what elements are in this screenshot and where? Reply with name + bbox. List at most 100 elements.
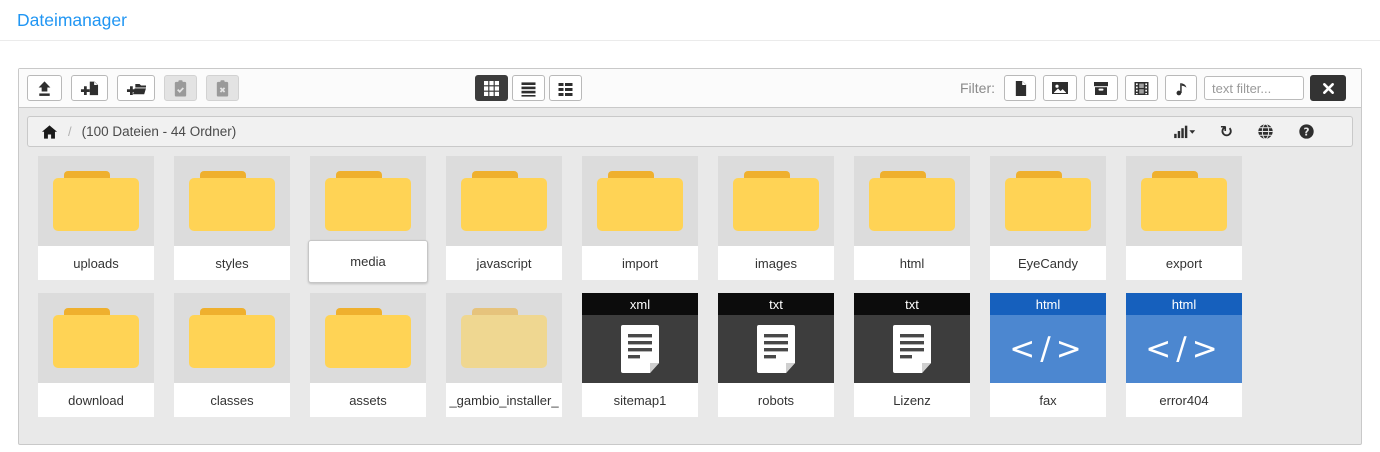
folder-tile-images[interactable]: images <box>718 156 834 280</box>
folder-tile-uploads[interactable]: uploads <box>38 156 154 280</box>
folder-tile-styles[interactable]: styles <box>174 156 290 280</box>
tile-label: EyeCandy <box>990 246 1106 280</box>
tile-label: uploads <box>38 246 154 280</box>
folder-icon <box>1141 171 1227 231</box>
clear-clipboard-button <box>206 75 239 101</box>
new-folder-button[interactable] <box>117 75 155 101</box>
sort-bars-icon <box>1173 124 1196 139</box>
filter-label: Filter: <box>960 80 995 96</box>
tile-label: javascript <box>446 246 562 280</box>
filter-archives-button[interactable] <box>1084 75 1118 101</box>
clipboard-x-icon <box>214 79 231 98</box>
help-icon: ? <box>1298 123 1315 140</box>
folder-tile-export[interactable]: export <box>1126 156 1242 280</box>
paste-clipboard-button <box>164 75 197 101</box>
folder-tile-classes[interactable]: classes <box>174 293 290 417</box>
folder-thumbnail <box>174 156 290 246</box>
file-ext-badge: html <box>1126 293 1242 315</box>
folder-thumbnail <box>718 156 834 246</box>
file-icon <box>1013 80 1028 97</box>
breadcrumb-actions: ↻? <box>1173 123 1339 140</box>
tile-label: download <box>38 383 154 417</box>
folder-tile-assets[interactable]: assets <box>310 293 426 417</box>
filter-clear-button[interactable] <box>1310 75 1346 101</box>
folder-tile-javascript[interactable]: javascript <box>446 156 562 280</box>
new-file-button[interactable] <box>71 75 108 101</box>
folder-tile-import[interactable]: import <box>582 156 698 280</box>
file-body <box>854 315 970 383</box>
file-tile-error404[interactable]: html </> error404 <box>1126 293 1242 417</box>
folder-thumbnail <box>310 156 426 246</box>
file-thumbnail: html </> <box>990 293 1106 383</box>
svg-text:?: ? <box>1303 126 1309 138</box>
tile-label: error404 <box>1126 383 1242 417</box>
details-view-button[interactable] <box>549 75 582 101</box>
folder-tile-html[interactable]: html <box>854 156 970 280</box>
folder-tile-media[interactable]: media <box>308 156 428 283</box>
folder-thumbnail <box>854 156 970 246</box>
tile-label: export <box>1126 246 1242 280</box>
folder-tile-_gambio_installer_[interactable]: _gambio_installer_ <box>446 293 562 417</box>
filter-images-button[interactable] <box>1043 75 1077 101</box>
breadcrumb-bar: / (100 Dateien - 44 Ordner) ↻? <box>27 116 1353 147</box>
folder-icon <box>461 171 547 231</box>
folder-icon <box>53 171 139 231</box>
home-icon <box>41 124 58 140</box>
content-area: / (100 Dateien - 44 Ordner) ↻? uploads st… <box>19 108 1361 444</box>
folder-thumbnail <box>582 156 698 246</box>
help-button[interactable]: ? <box>1298 123 1315 140</box>
language-button[interactable] <box>1257 123 1274 140</box>
folder-thumbnail <box>38 156 154 246</box>
file-tile-fax[interactable]: html </> fax <box>990 293 1106 417</box>
filter-videos-button[interactable] <box>1125 75 1158 101</box>
file-ext-badge: txt <box>854 293 970 315</box>
upload-button[interactable] <box>27 75 62 101</box>
file-tile-Lizenz[interactable]: txt Lizenz <box>854 293 970 417</box>
file-body: </> <box>1126 315 1242 383</box>
tile-label: classes <box>174 383 290 417</box>
folder-thumbnail <box>1126 156 1242 246</box>
file-ext-badge: xml <box>582 293 698 315</box>
file-thumbnail: txt <box>854 293 970 383</box>
folder-thumbnail <box>174 293 290 383</box>
filter-audio-button[interactable] <box>1165 75 1197 101</box>
folder-thumbnail <box>446 156 562 246</box>
rename-input[interactable] <box>308 240 428 283</box>
filter-text-input[interactable] <box>1204 76 1304 100</box>
file-ext-badge: txt <box>718 293 834 315</box>
details-icon <box>557 80 574 97</box>
folder-plus-icon <box>125 79 147 98</box>
filter-group: Filter: <box>960 75 1353 101</box>
breadcrumb-home[interactable] <box>41 124 58 140</box>
list-view-button[interactable] <box>512 75 545 101</box>
page-title: Dateimanager <box>17 9 127 30</box>
tile-label: styles <box>174 246 290 280</box>
folder-tile-download[interactable]: download <box>38 293 154 417</box>
file-tile-sitemap1[interactable]: xml sitemap1 <box>582 293 698 417</box>
file-tile-robots[interactable]: txt robots <box>718 293 834 417</box>
folder-icon <box>597 171 683 231</box>
breadcrumb-status: (100 Dateien - 44 Ordner) <box>81 124 237 139</box>
tile-label: import <box>582 246 698 280</box>
close-icon <box>1322 82 1335 95</box>
refresh-button[interactable]: ↻ <box>1220 123 1233 140</box>
tile-label: images <box>718 246 834 280</box>
folder-thumbnail <box>38 293 154 383</box>
image-icon <box>1051 80 1069 96</box>
code-icon: </> <box>1145 331 1223 367</box>
file-thumbnail: xml <box>582 293 698 383</box>
grid-view-button[interactable] <box>475 75 508 101</box>
breadcrumb-separator: / <box>68 124 72 139</box>
document-icon <box>619 324 661 374</box>
view-toggle-group <box>475 75 586 101</box>
folder-icon <box>189 171 275 231</box>
file-thumbnail: txt <box>718 293 834 383</box>
filter-files-button[interactable] <box>1004 75 1036 101</box>
tile-label: robots <box>718 383 834 417</box>
sort-button[interactable] <box>1173 124 1196 139</box>
folder-tile-EyeCandy[interactable]: EyeCandy <box>990 156 1106 280</box>
tile-label: assets <box>310 383 426 417</box>
file-body: </> <box>990 315 1106 383</box>
music-icon <box>1174 80 1189 97</box>
app-header: Dateimanager <box>0 0 1380 41</box>
